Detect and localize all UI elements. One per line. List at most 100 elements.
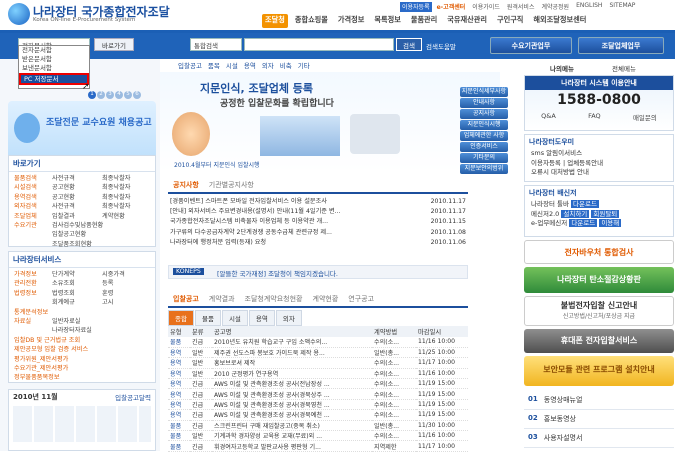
banner-menu-item[interactable]: 지문보안의범위 xyxy=(460,164,508,174)
shortcut-link[interactable]: 입찰결과 xyxy=(52,212,102,221)
shortcut-link[interactable]: 외자검색 xyxy=(14,202,52,211)
search-help-link[interactable]: 검색도움말 xyxy=(426,41,456,51)
shortcut-link[interactable]: 수요기관 xyxy=(14,221,52,230)
pager-6[interactable]: 6 xyxy=(133,91,141,99)
daily-inquiry-link[interactable]: 매일문의 xyxy=(633,112,657,122)
e-messenger-download-button[interactable]: 다운로드 xyxy=(569,219,598,227)
calendar-link[interactable]: 입찰공고달력 xyxy=(115,392,151,402)
shortcut-link[interactable]: 조달품조회현황 xyxy=(52,240,102,249)
search-button[interactable]: 검색 xyxy=(396,38,422,51)
shortcut-link[interactable]: 최종낙찰자 xyxy=(102,183,130,192)
service-link[interactable]: 관리전환 xyxy=(14,279,52,288)
banner-menu-item[interactable]: 업체에관한 사항 xyxy=(460,131,508,141)
shortcut-link[interactable]: 시설검색 xyxy=(14,183,52,192)
fingerprint-banner[interactable]: 지문인식, 조달업체 등록 공정한 입찰문화를 확립합니다 2010.4월부터 … xyxy=(160,72,500,172)
util-link-register[interactable]: 이용자등록 xyxy=(400,2,432,12)
nav-item-pps[interactable]: 조달청 xyxy=(262,14,288,28)
bid-row[interactable]: 물품 긴급 2010년도 유치원 학습교구 구입 소액수의... 수의(소... 11/… xyxy=(168,337,468,348)
shortcut-link[interactable]: 용역검색 xyxy=(14,193,52,202)
bid-row[interactable]: 물품 일반 기계과학 경자양성 교육용 교재(무료)외 ... 수의(소... 11/1… xyxy=(168,430,468,442)
security-banner[interactable]: 보안모듈 관련 프로그램 설치안내 xyxy=(524,356,674,386)
util-link-guide[interactable]: 이용가이드 xyxy=(470,2,502,12)
tab-research[interactable]: 연구공고 xyxy=(343,292,379,306)
nav-item-catalog[interactable]: 목록정보 xyxy=(371,14,403,28)
dropdown-option-docbox[interactable]: 전자문서함 xyxy=(19,46,89,55)
shortcut-link[interactable]: 계약현황 xyxy=(102,212,125,221)
messenger-withdraw-button[interactable]: 회원탈퇴 xyxy=(591,209,620,218)
illegal-bid-banner[interactable]: 불법전자입찰 신고안내 신고방법/신고처/포상금 지급 xyxy=(524,296,674,326)
shortcut-link[interactable]: 최종낙찰자 xyxy=(102,193,130,202)
toolbar-download-button[interactable]: 다운로드 xyxy=(571,200,599,208)
banner-menu-item[interactable]: 지문인식세부사항 xyxy=(460,87,508,97)
calendar-grid[interactable] xyxy=(13,406,151,442)
service-link[interactable]: 일반자료실 xyxy=(52,317,102,326)
carbon-banner[interactable]: 나라장터 탄소절감상황판 xyxy=(524,267,674,293)
tab-facility[interactable]: 시설 xyxy=(224,60,240,72)
tab-service[interactable]: 용역 xyxy=(242,60,258,72)
manual-item[interactable]: 02 홍보동영상 xyxy=(524,410,674,429)
notice-item[interactable]: [경품이벤트] 스마트폰 모바일 전자입찰서비스 이용 설문조사 2010.11.… xyxy=(168,197,468,207)
shortcut-link[interactable]: 검사검수및납품현황 xyxy=(52,221,103,230)
util-link-remote[interactable]: 원격서비스 xyxy=(505,2,537,12)
service-link[interactable]: 시중가격 xyxy=(102,270,125,279)
bid-title[interactable]: 기계과학 경자양성 교육용 교재(무료)외 ... xyxy=(212,430,372,442)
messenger-install-button[interactable]: 설치하기 xyxy=(561,209,590,218)
service-link[interactable]: 법령정보 xyxy=(14,289,52,298)
nav-item-goods[interactable]: 물품관리 xyxy=(408,14,440,28)
bid-row[interactable]: 용역 일반 2010 군정평가 연구용역 수의(소... 11/16 10:00 xyxy=(168,368,468,380)
manual-item[interactable]: 01 동영상매뉴얼 xyxy=(524,391,674,410)
dropdown-option-received[interactable]: 받은문서함 xyxy=(19,55,89,64)
dropdown-option-pc-saved[interactable]: PC 저장문서 xyxy=(19,73,89,85)
service-link[interactable]: 평가위원_제안서평가 xyxy=(14,355,68,364)
bid-title[interactable]: 스크린프린터 구매 재입찰공고(중복 취소) xyxy=(212,420,372,432)
shortcut-link[interactable]: 조달업체 xyxy=(14,212,52,221)
tab-contract-status[interactable]: 계약현황 xyxy=(308,292,344,306)
banner-menu-item[interactable]: 안내사항 xyxy=(460,98,508,108)
banner-menu-item[interactable]: 기타문의 xyxy=(460,153,508,163)
notice-item[interactable]: 국가종합전자조달시스템 비축물자 이용업체 등 이용약관 개... 2010.11… xyxy=(168,217,468,227)
tab-agency-notice[interactable]: 기관별공지사항 xyxy=(204,178,259,192)
tab-bids[interactable]: 입찰공고 xyxy=(168,292,204,306)
bid-title[interactable]: 2010 군정평가 연구용역 xyxy=(212,368,372,380)
banner-menu-item[interactable]: 공지사항 xyxy=(460,109,508,119)
bid-row[interactable]: 물품 긴급 휘경여자고등학교 발판교사용 평판형 기... 지역제한 11/17 10:… xyxy=(168,440,468,452)
helper-item[interactable]: sms 알림이서비스 xyxy=(525,149,673,159)
notice-item[interactable]: 나라장터에 행정처분 입력(등재) 요청 2010.11.06 xyxy=(168,238,468,248)
service-link[interactable]: 정부물품품목정보 xyxy=(14,373,60,382)
service-link[interactable]: 입찰DB 및 근거법규 조회 xyxy=(14,336,80,345)
tab-contract-requests[interactable]: 조달청계약요청현황 xyxy=(240,292,308,306)
banner-menu-item[interactable]: 지문인식시행 xyxy=(460,120,508,130)
pager-1[interactable]: 1 xyxy=(88,91,96,99)
shortcut-link[interactable]: 공고현황 xyxy=(52,193,102,202)
tab-foreign[interactable]: 외자 xyxy=(260,60,276,72)
bid-title[interactable]: 휘경여자고등학교 발판교사용 평판형 기... xyxy=(212,440,372,452)
bid-row[interactable]: 용역 일반 홍보브로셔 제작 수의(소... 11/17 10:00 xyxy=(168,357,468,369)
subtab-foreign[interactable]: 외자 xyxy=(275,310,302,326)
service-link[interactable]: 수요기관_제안서평가 xyxy=(14,364,68,373)
nav-item-jobs[interactable]: 구인구직 xyxy=(494,14,526,28)
tab-other[interactable]: 기타 xyxy=(296,60,312,72)
pager-3[interactable]: 3 xyxy=(106,91,114,99)
manual-item[interactable]: 03 사용자설명서 xyxy=(524,429,674,448)
promo-banner[interactable]: 조달전문 교수요원 채용공고 xyxy=(8,101,156,159)
bid-row[interactable]: 용역 긴급 AWS 이설 및 관측환경조성 공사(전남장성 ... 수의(소... 11… xyxy=(168,378,468,390)
bid-row[interactable]: 용역 일반 제주권 선도스파 봉보호 가이드북 제작 용... 일반(총... 11/2… xyxy=(168,347,468,359)
service-link[interactable]: 자료실 xyxy=(14,317,52,326)
subtab-goods[interactable]: 물품 xyxy=(194,310,221,326)
shortcut-link[interactable]: 공고현황 xyxy=(52,183,102,192)
tab-goods[interactable]: 품목 xyxy=(206,60,222,72)
helper-item[interactable]: 이용자등록 | 업체등록안내 xyxy=(525,159,673,169)
pager-2[interactable]: 2 xyxy=(97,91,105,99)
notice-item[interactable]: [안내] 외자서비스 주요변경내용(설명서) 안내(11월 4일기준 변... 2… xyxy=(168,207,468,217)
util-link-contract[interactable]: 계약공정원 xyxy=(539,2,571,12)
bid-title[interactable]: AWS 이설 및 관측환경조성 공사(경북영천 ... xyxy=(212,399,372,411)
e-messenger-guide-button[interactable]: 이용해 xyxy=(599,219,622,227)
search-input[interactable] xyxy=(244,38,394,51)
tab-notice[interactable]: 공지사항 xyxy=(168,178,204,192)
bid-title[interactable]: 홍보브로셔 제작 xyxy=(212,357,372,369)
service-link[interactable]: 법령조회 xyxy=(52,289,102,298)
service-link[interactable]: 제안공모형 입찰 검증 서비스 xyxy=(14,345,88,354)
nav-item-property[interactable]: 국유재산관리 xyxy=(444,14,490,28)
qna-link[interactable]: Q&A xyxy=(541,112,556,122)
bid-row[interactable]: 용역 긴급 AWS 이설 및 관측환경조성 공사(경북영천 ... 수의(소... 11… xyxy=(168,399,468,411)
